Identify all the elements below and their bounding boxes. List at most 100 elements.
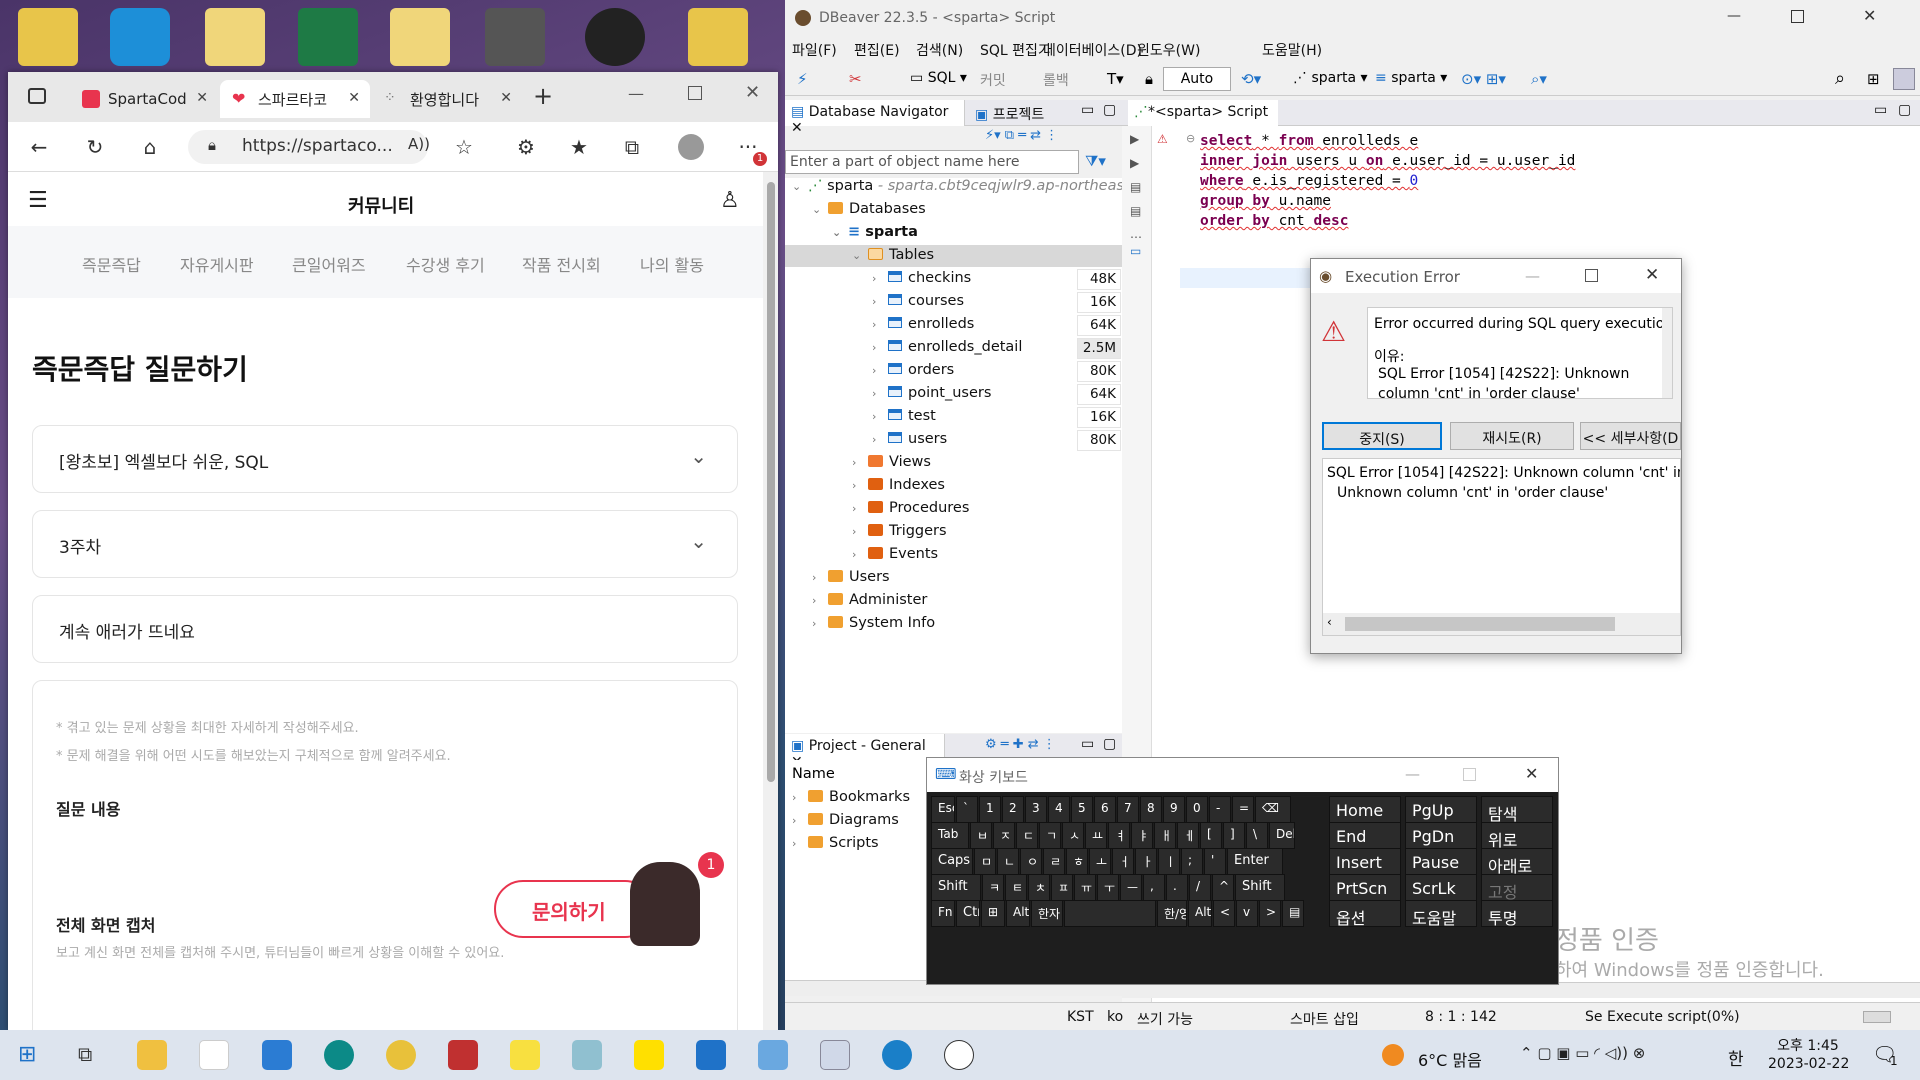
tree-table[interactable]: › checkins — [872, 270, 971, 292]
osk-key[interactable]: 한자 — [1031, 900, 1063, 927]
tree-indexes[interactable]: › Indexes — [852, 477, 945, 499]
osk-key[interactable]: ^ — [1212, 874, 1234, 901]
close-tab-icon[interactable]: ✕ — [196, 90, 208, 106]
favorite-add-icon[interactable]: ☆ — [451, 135, 477, 159]
osk-nav-key[interactable]: PgUp — [1405, 796, 1477, 823]
stop-button[interactable]: 중지(S) — [1322, 422, 1442, 450]
rollback-button[interactable]: 롤백 — [1043, 70, 1069, 90]
maximize-icon[interactable] — [1585, 269, 1598, 282]
nav-reviews[interactable]: 수강생 후기 — [406, 252, 485, 276]
history-icon[interactable]: ⟲▾ — [1241, 70, 1261, 88]
minimize-panel-icon[interactable]: ▭ — [1874, 102, 1887, 118]
osk-key[interactable]: ㅋ — [982, 874, 1004, 901]
tree-administer[interactable]: › Administer — [812, 592, 927, 614]
close-window-icon[interactable]: ✕ — [745, 82, 760, 103]
tree-tables[interactable]: ⌄ Tables — [852, 247, 934, 269]
task-view-icon[interactable]: ⧉ — [78, 1042, 92, 1066]
mail-icon[interactable] — [262, 1040, 292, 1070]
osk-key[interactable]: ㅜ — [1097, 874, 1119, 901]
osk-key[interactable]: [ — [1200, 822, 1222, 849]
start-windows-icon[interactable]: ⊞ — [18, 1042, 36, 1067]
maximize-panel-icon[interactable]: ▢ — [1898, 102, 1911, 118]
scroll-left-icon[interactable]: ‹ — [1327, 615, 1332, 629]
commit-button[interactable]: 커밋 — [980, 70, 1006, 90]
collections-icon[interactable]: ⧉ — [619, 135, 645, 159]
osk-key[interactable]: 3 — [1025, 796, 1047, 823]
ime-indicator[interactable]: 한 — [1728, 1045, 1744, 1070]
explain-plan-icon[interactable]: ▤ — [1130, 180, 1141, 194]
scrollbar-thumb[interactable] — [767, 182, 775, 782]
osk-key[interactable]: / — [1189, 874, 1211, 901]
osk-key[interactable] — [1064, 900, 1156, 927]
osk-key[interactable]: ㄴ — [997, 848, 1019, 875]
tree-database-sparta[interactable]: ⌄ ≡ sparta — [832, 224, 918, 246]
osk-key[interactable]: 1 — [979, 796, 1001, 823]
tree-databases[interactable]: ⌄ Databases — [812, 201, 926, 223]
osk-nav-key[interactable]: ScrLk — [1405, 874, 1477, 901]
osk-key[interactable]: Del — [1269, 822, 1295, 849]
osk-key[interactable]: Caps — [931, 848, 973, 875]
maximize-icon[interactable] — [688, 86, 702, 100]
folder-icon[interactable] — [688, 8, 748, 66]
osk-key[interactable]: Alt — [1006, 900, 1030, 927]
osk-key[interactable]: ` — [956, 796, 978, 823]
minimize-icon[interactable]: — — [628, 84, 644, 103]
maximize-panel-icon[interactable]: ▢ — [1103, 736, 1116, 752]
osk-key[interactable]: ㅠ — [1074, 874, 1096, 901]
nav-my-activity[interactable]: 나의 활동 — [640, 252, 704, 276]
refresh-icon[interactable]: ↻ — [82, 135, 108, 159]
project-actions-icon[interactable]: ⚙ ═ ✚ ⇄ ⋮ — [985, 737, 1056, 752]
chrome-icon[interactable] — [386, 1040, 416, 1070]
app-icon-2[interactable] — [572, 1040, 602, 1070]
osk-key[interactable]: ㅈ — [993, 822, 1015, 849]
auto-commit-select[interactable]: Auto — [1163, 67, 1231, 91]
browser-tab[interactable]: ⁘ 환영합니다 ✕ — [372, 80, 522, 118]
osk-nav-key[interactable]: Home — [1329, 796, 1401, 823]
active-schema-select[interactable]: ≡ sparta ▾ — [1375, 70, 1447, 86]
more-icon[interactable]: ⋯ — [1130, 230, 1142, 244]
osk-key[interactable]: ㅍ — [1051, 874, 1073, 901]
osk-key[interactable]: ㅎ — [1066, 848, 1088, 875]
details-button[interactable]: << 세부사항(D — [1580, 422, 1681, 450]
menu-sql-editor[interactable]: 데이터베이스(D) — [1043, 40, 1142, 60]
osk-key[interactable]: ㅊ — [1028, 874, 1050, 901]
window-app-icon[interactable] — [485, 8, 545, 66]
nav-free-board[interactable]: 자유게시판 — [180, 252, 254, 276]
transaction-mode-icon[interactable]: T▾ — [1107, 70, 1124, 88]
osk-nav-key[interactable]: 고정 — [1481, 874, 1553, 901]
osk-key[interactable]: Shift — [1235, 874, 1285, 901]
menu-database[interactable]: 윈도우(W) — [1137, 40, 1200, 60]
osk-key[interactable]: ; — [1181, 848, 1203, 875]
osk-key[interactable]: ㄱ — [1039, 822, 1061, 849]
osk-key[interactable]: . — [1166, 874, 1188, 901]
execute-statement-icon[interactable]: ▶ — [1130, 132, 1139, 146]
store-icon[interactable] — [199, 1040, 229, 1070]
output-icon[interactable]: ▭ — [1130, 244, 1141, 258]
project-bookmarks[interactable]: › Bookmarks — [792, 789, 910, 811]
fold-marker-icon[interactable]: ⊖ — [1186, 132, 1195, 145]
osk-nav-key[interactable]: End — [1329, 822, 1401, 849]
osk-key[interactable]: ㅁ — [974, 848, 996, 875]
close-tab-icon[interactable]: ✕ — [500, 90, 512, 106]
osk-key[interactable]: ' — [1204, 848, 1226, 875]
app-icon[interactable] — [448, 1040, 478, 1070]
back-arrow-icon[interactable]: ← — [26, 135, 52, 159]
message-scrollbar[interactable] — [1662, 308, 1672, 398]
osk-key[interactable]: < — [1213, 900, 1235, 927]
question-title-input[interactable]: 계속 애러가 뜨네요 — [32, 595, 738, 663]
osk-nav-key[interactable]: 탐색 — [1481, 796, 1553, 823]
osk-key[interactable]: Tab — [931, 822, 969, 849]
osk-key[interactable]: Shift — [931, 874, 981, 901]
osk-key[interactable]: 6 — [1094, 796, 1116, 823]
osk-nav-key[interactable]: PgDn — [1405, 822, 1477, 849]
minimize-icon[interactable]: — — [1525, 267, 1540, 285]
execute-script-icon[interactable]: ▶ — [1130, 156, 1139, 170]
load-script-icon[interactable]: ▤ — [1130, 204, 1141, 218]
mascot-character-icon[interactable] — [630, 862, 700, 946]
sticky-notes-icon[interactable] — [510, 1040, 540, 1070]
url-field[interactable]: 🔒︎ https://spartaco... — [188, 130, 428, 164]
osk-key[interactable]: ㅐ — [1154, 822, 1176, 849]
osk-key[interactable]: 4 — [1048, 796, 1070, 823]
navigator-filter-input[interactable]: Enter a part of object name here — [785, 150, 1079, 174]
navigator-actions-icon[interactable]: ⚡▾ ⧉ ═ ⇄ ⋮ — [985, 128, 1058, 143]
